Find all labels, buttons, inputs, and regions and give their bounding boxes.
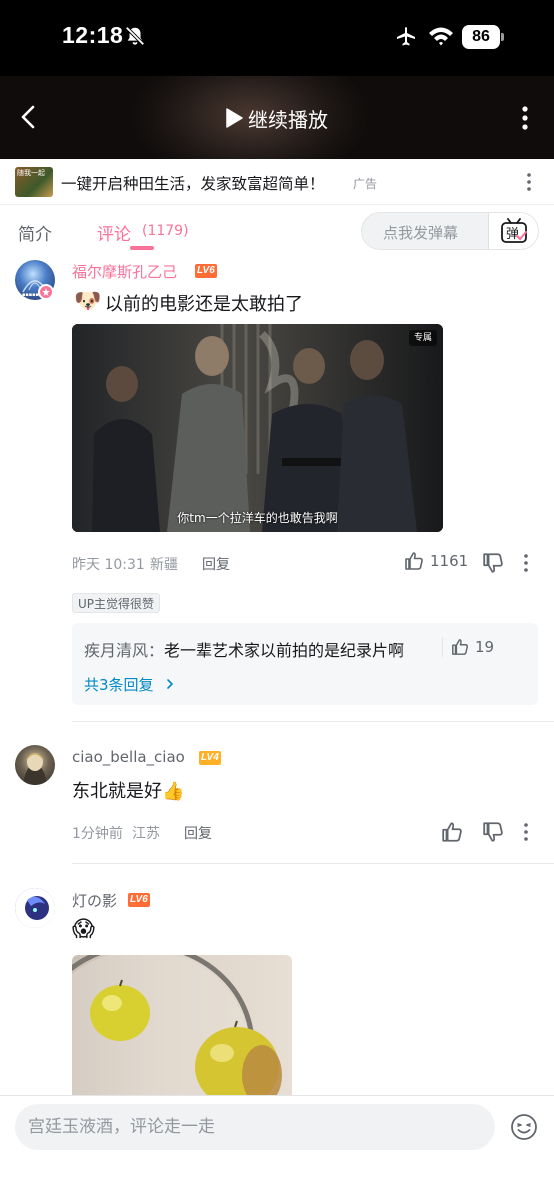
exclusive-badge: 专属 [408,330,437,346]
danmaku-input[interactable]: 点我发弹幕 弹 [361,212,539,250]
up-liked-tag: UP主觉得很赞 [72,593,161,613]
wifi-icon [429,27,453,46]
status-time: 12:18 [62,22,124,48]
sub-reply: 疾月清风：老一辈艺术家以前拍的是纪录片啊 [84,641,405,660]
comment-text: 以前的电影还是太敢拍了 [105,294,303,315]
thumbs-up-icon[interactable] [441,821,463,843]
comment-count: (1179) [142,223,189,239]
sub-reply-box[interactable]: 疾月清风：老一辈艺术家以前拍的是纪录片啊 19 共3条回复 [72,623,538,705]
ad-banner[interactable]: 随我一起 一键开启种田生活，发家致富超简单！ 广告 [0,159,554,205]
like-count: 1161 [430,552,469,570]
username[interactable]: 灯の影 [72,890,117,911]
battery-level: 86 [462,25,500,49]
tab-intro[interactable]: 简介 [18,220,52,245]
tab-comments[interactable]: 评论 [97,220,131,245]
comment-more-icon[interactable] [519,552,533,574]
comment-input-bar [0,1095,554,1200]
vip-badge-icon [38,284,54,300]
comment-input[interactable] [15,1104,495,1150]
danmaku-toggle-button[interactable]: 弹 [488,213,538,249]
tab-indicator [130,246,154,250]
avatar[interactable] [15,745,55,785]
avatar[interactable] [15,888,55,928]
comment-image[interactable]: 专属 你tm一个拉洋车的也敢告我啊 [72,324,443,532]
username[interactable]: 福尔摩斯孔乙己 [72,261,177,282]
tab-row: 简介 评论 (1179) 点我发弹幕 弹 [0,205,554,257]
view-replies-link[interactable]: 共3条回复 [84,674,176,695]
comment-list[interactable]: ▪▪▪▪▪▪ 福尔摩斯孔乙己 LV6 🐶 以前的电影还是太敢拍了 专属 你tm一… [0,257,554,1095]
comment-time: 1分钟前 [72,826,123,842]
ad-thumbnail: 随我一起 [15,167,53,197]
username[interactable]: ciao_bella_ciao [72,748,185,766]
battery-indicator: 86 [462,25,504,49]
ad-text: 一键开启种田生活，发家致富超简单！ [61,175,325,193]
emoji-scared-icon: 😱 [72,917,95,942]
thumbs-down-icon[interactable] [482,552,504,574]
level-badge: LV6 [128,893,150,907]
back-arrow-icon[interactable] [14,102,44,132]
continue-play-label: 继续播放 [248,107,328,132]
level-badge: LV6 [195,264,217,278]
sub-reply-user[interactable]: 疾月清风 [84,641,148,660]
sub-reply-like-count: 19 [475,638,495,656]
level-badge: LV4 [199,751,221,765]
more-vertical-icon[interactable] [514,104,536,132]
comment-text: 东北就是好👍 [72,781,185,802]
comment-image[interactable] [72,955,292,1095]
emoji-icon[interactable] [510,1113,538,1141]
bell-muted-icon [125,26,145,46]
continue-play-button[interactable]: 继续播放 [224,103,328,133]
reply-button[interactable]: 回复 [202,554,230,574]
divider [72,863,554,864]
thumbs-down-icon[interactable] [482,821,504,843]
comment-more-icon[interactable] [519,821,533,843]
sub-reply-text: 老一辈艺术家以前拍的是纪录片啊 [164,641,405,660]
ad-more-icon[interactable] [522,171,536,193]
reply-button[interactable]: 回复 [184,823,212,843]
play-icon [226,108,243,128]
divider [72,721,554,722]
comment-time: 昨天 10:31 [72,557,145,573]
image-caption: 你tm一个拉洋车的也敢告我啊 [177,511,338,525]
danmaku-icon: 弹 [501,218,527,243]
svg-text:弹: 弹 [506,227,519,242]
emoji-dog-icon: 🐶 [74,289,102,314]
status-bar: 12:18 86 [0,0,554,76]
sub-reply-like-button[interactable]: 19 [442,637,494,657]
like-button[interactable]: 1161 [404,551,468,571]
danmaku-placeholder: 点我发弹幕 [383,224,459,242]
video-header: 继续播放 [0,76,554,159]
thumbs-up-icon [452,639,469,655]
ad-tag: 广告 [353,177,378,191]
airplane-icon [397,27,415,46]
chevron-right-icon [167,679,174,689]
thumbs-up-icon [405,552,423,570]
comment-location: 江苏 [132,826,160,842]
comment-location: 新疆 [150,557,178,573]
